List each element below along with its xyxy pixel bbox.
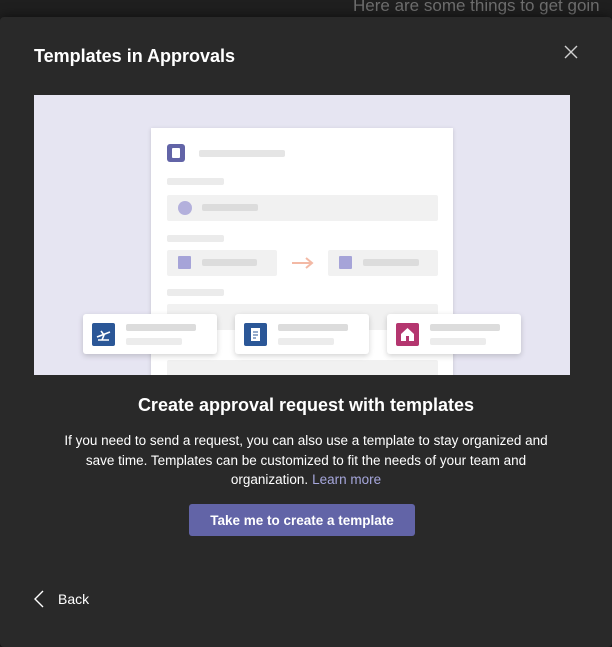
dialog-title: Templates in Approvals: [34, 46, 236, 66]
background-text: Here are some things to get goin: [353, 0, 600, 15]
approvals-app-icon: [167, 144, 185, 162]
description: If you need to send a request, you can a…: [50, 431, 562, 490]
section-heading: Create approval request with templates: [137, 395, 475, 415]
template-card-home: [387, 314, 521, 354]
template-card-travel: [83, 314, 217, 354]
templates-dialog: Templates in Approvals Create approval r…: [0, 17, 612, 647]
airplane-icon: [92, 323, 115, 346]
close-button[interactable]: [561, 42, 581, 62]
chevron-left-icon: [34, 590, 44, 608]
create-template-button[interactable]: Take me to create a template: [189, 504, 415, 536]
arrow-icon: [292, 257, 314, 269]
close-icon: [564, 45, 578, 59]
receipt-icon: [244, 323, 267, 346]
template-card-expense: [235, 314, 369, 354]
calendar-icon: [339, 256, 352, 269]
learn-more-link[interactable]: Learn more: [312, 472, 381, 487]
person-icon: [178, 201, 192, 215]
illustration: [34, 95, 570, 375]
calendar-icon: [178, 256, 191, 269]
description-text: If you need to send a request, you can a…: [64, 433, 548, 487]
home-icon: [396, 323, 419, 346]
back-button[interactable]: Back: [34, 590, 89, 608]
back-label: Back: [58, 591, 90, 607]
